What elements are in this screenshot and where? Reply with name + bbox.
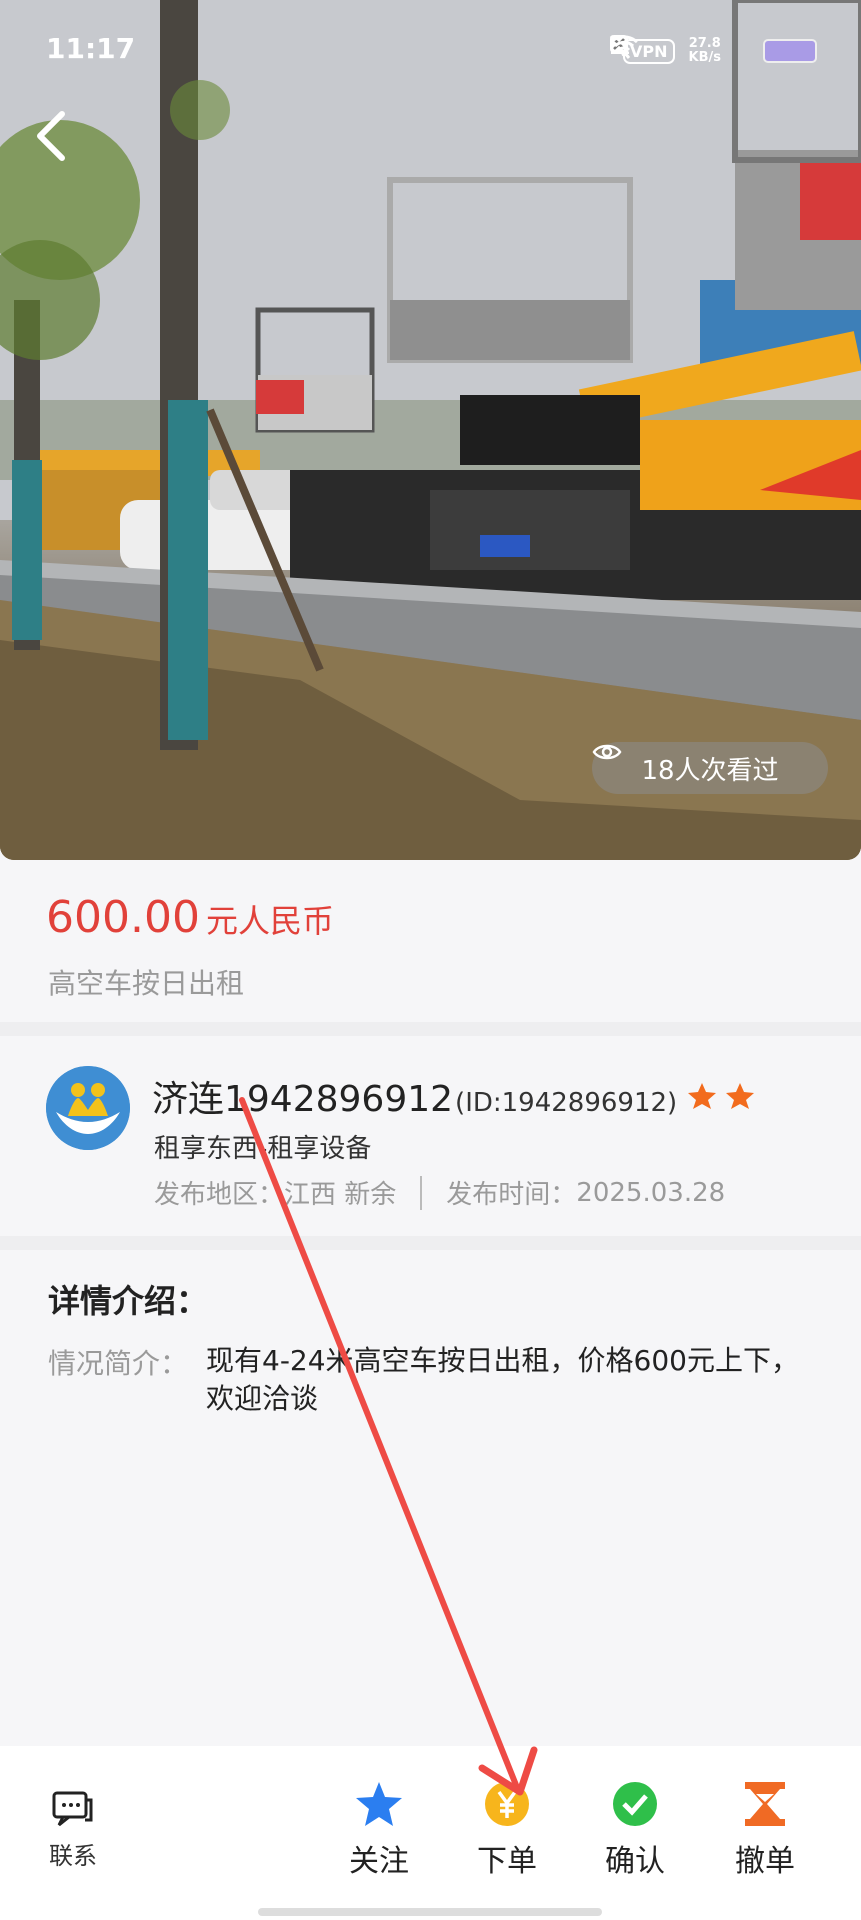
- follow-label: 关注: [349, 1844, 409, 1879]
- price-amount: 600.00: [46, 892, 200, 943]
- status-bar: 11:17 VPN 27.8 KB/s: [0, 0, 861, 100]
- contact-button[interactable]: 联系: [18, 1790, 128, 1871]
- region-value: 江西 新余: [284, 1180, 397, 1210]
- intro-label: 情况简介：: [48, 1347, 189, 1380]
- publish-time-value: 2025.03.28: [576, 1177, 726, 1208]
- details-section: 详情介绍： 情况简介： 现有4-24米高空车按日出租，价格600元上下，欢迎洽谈: [0, 1250, 861, 1746]
- listing-title: 高空车按日出租: [48, 967, 245, 1000]
- battery-icon: [763, 39, 817, 63]
- intro-text: 现有4-24米高空车按日出租，价格600元上下，欢迎洽谈: [206, 1344, 799, 1415]
- confirm-label: 确认: [605, 1844, 665, 1879]
- publish-time-label: 发布时间：: [446, 1180, 577, 1210]
- seller-rating: [687, 1082, 755, 1110]
- network-speed: 27.8 KB/s: [689, 37, 721, 65]
- bottom-action-bar: 联系 关注 下单 确认 撤单: [0, 1746, 861, 1920]
- price-card: 600.00 元人民币 高空车按日出租: [0, 862, 861, 1022]
- status-time: 11:17: [46, 32, 136, 65]
- view-count-text: 18人次看过: [641, 755, 779, 786]
- listing-meta: 发布地区： 江西 新余 发布时间： 2025.03.28: [154, 1174, 725, 1211]
- eye-icon: [592, 744, 622, 760]
- check-circle-icon: [613, 1782, 657, 1826]
- shop-name: 租享东西-租享设备: [154, 1134, 372, 1164]
- photo-scene: [0, 0, 861, 860]
- home-indicator: [258, 1908, 602, 1916]
- view-count-badge: 18人次看过: [592, 742, 828, 794]
- back-button[interactable]: [36, 110, 96, 182]
- speed-unit: KB/s: [688, 50, 721, 65]
- order-label: 下单: [477, 1844, 537, 1879]
- cancel-order-button[interactable]: 撤单: [710, 1780, 820, 1880]
- star-icon: [688, 1083, 717, 1109]
- price: 600.00 元人民币: [46, 892, 334, 943]
- status-icons: VPN 27.8 KB/s: [609, 34, 817, 68]
- seller-card[interactable]: 济连1942896912 (ID:1942896912) 租享东西-租享设备 发…: [0, 1036, 861, 1236]
- speed-value: 27.8: [688, 36, 721, 51]
- confirm-button[interactable]: 确认: [580, 1780, 690, 1880]
- meta-separator: [420, 1175, 423, 1210]
- seller-avatar[interactable]: [46, 1066, 130, 1150]
- seller-name: 济连1942896912: [152, 1079, 454, 1120]
- section-divider: [0, 1022, 861, 1036]
- section-divider: [0, 1236, 861, 1250]
- region-label: 发布地区：: [154, 1180, 285, 1210]
- hourglass-icon: [745, 1782, 785, 1826]
- order-button[interactable]: 下单: [452, 1780, 562, 1880]
- cancel-order-label: 撤单: [735, 1844, 795, 1879]
- seller-id: (ID:1942896912): [455, 1088, 678, 1118]
- yuan-coin-icon: [485, 1782, 529, 1826]
- chat-icon: [52, 1791, 93, 1827]
- contact-label: 联系: [49, 1842, 97, 1870]
- listing-photo[interactable]: 11:17 VPN 27.8 KB/s 18人次看过: [0, 0, 861, 860]
- details-heading: 详情介绍：: [48, 1282, 209, 1320]
- star-icon: [726, 1083, 755, 1109]
- avatar-logo-icon: [46, 1066, 130, 1150]
- price-currency: 元人民币: [205, 902, 334, 940]
- seller-name-row: 济连1942896912 (ID:1942896912): [152, 1070, 755, 1122]
- star-icon: [356, 1782, 402, 1826]
- follow-button[interactable]: 关注: [324, 1780, 434, 1880]
- chevron-left-icon: [37, 111, 65, 161]
